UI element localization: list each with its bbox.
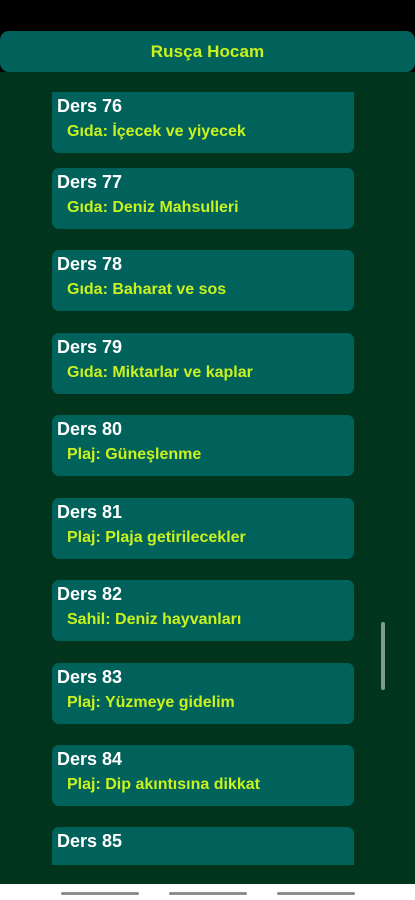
lesson-card-84[interactable]: Ders 84 Plaj: Dip akıntısına dikkat [52,745,354,806]
lesson-card-80[interactable]: Ders 80 Plaj: Güneşlenme [52,415,354,476]
lesson-topic: Gıda: Deniz Mahsulleri [67,199,239,216]
lesson-card-83[interactable]: Ders 83 Plaj: Yüzmeye gidelim [52,663,354,724]
lesson-topic: Plaj: Güneşlenme [67,446,202,463]
lesson-topic: Sahil: Deniz hayvanları [67,611,242,628]
lesson-topic: Plaj: Dip akıntısına dikkat [67,776,260,793]
scrollbar-thumb[interactable] [381,622,385,690]
system-navigation-bar [0,884,415,900]
lesson-topic: Gıda: Baharat ve sos [67,281,227,298]
lesson-card-85[interactable]: Ders 85 [52,827,354,865]
lesson-number: Ders 83 [57,667,123,687]
lesson-number: Ders 77 [57,172,123,192]
app-bar: Rusça Hocam [0,31,415,72]
lesson-card-78[interactable]: Ders 78 Gıda: Baharat ve sos [52,250,354,311]
lesson-number: Ders 79 [57,337,123,357]
status-bar [0,0,415,30]
lesson-number: Ders 80 [57,419,123,439]
app-title: Rusça Hocam [150,41,265,61]
lesson-card-77[interactable]: Ders 77 Gıda: Deniz Mahsulleri [52,168,354,229]
nav-handle-right[interactable] [277,892,355,895]
nav-handle-center[interactable] [169,892,247,895]
lesson-topic: Plaj: Yüzmeye gidelim [67,694,235,711]
lesson-card-81[interactable]: Ders 81 Plaj: Plaja getirilecekler [52,498,354,559]
lesson-number: Ders 76 [57,96,123,116]
lesson-card-82[interactable]: Ders 82 Sahil: Deniz hayvanları [52,580,354,641]
nav-handle-left[interactable] [61,892,139,895]
lesson-card-76[interactable]: Ders 76 Gıda: İçecek ve yiyecek [52,92,354,153]
lesson-number: Ders 84 [57,749,123,769]
lesson-card-79[interactable]: Ders 79 Gıda: Miktarlar ve kaplar [52,333,354,394]
lesson-topic: Plaj: Plaja getirilecekler [67,529,246,546]
lesson-number: Ders 85 [57,831,123,851]
lesson-number: Ders 78 [57,254,123,274]
lesson-topic: Gıda: Miktarlar ve kaplar [67,364,253,381]
lesson-number: Ders 82 [57,584,123,604]
lesson-topic: Gıda: İçecek ve yiyecek [67,123,246,140]
lesson-list[interactable]: Ders 76 Gıda: İçecek ve yiyecek Ders 77 … [0,72,415,865]
lesson-number: Ders 81 [57,502,123,522]
